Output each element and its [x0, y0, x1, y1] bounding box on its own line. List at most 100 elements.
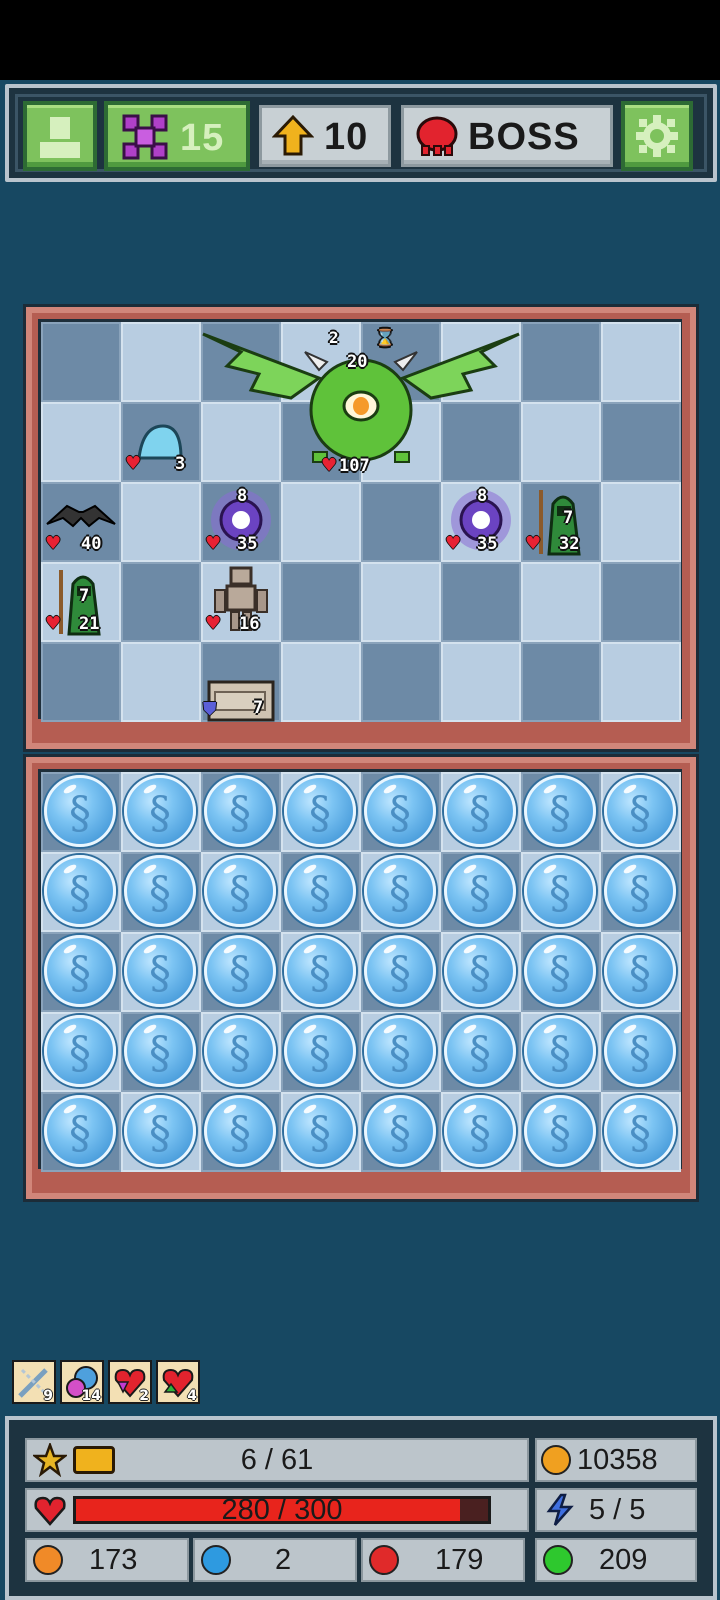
blue-water-orb[interactable] [444, 1015, 516, 1087]
blue-water-orb[interactable] [284, 1015, 356, 1087]
orb-cell[interactable] [41, 1012, 121, 1092]
blue-water-orb[interactable] [284, 935, 356, 1007]
blue-water-orb[interactable] [444, 775, 516, 847]
blue-water-orb[interactable] [44, 775, 116, 847]
blue-water-orb[interactable] [44, 1015, 116, 1087]
blue-water-orb[interactable] [204, 1095, 276, 1167]
board-cell[interactable] [601, 642, 681, 722]
orb-cell[interactable] [601, 852, 681, 932]
blue-water-orb[interactable] [124, 1095, 196, 1167]
orb-cell[interactable] [121, 852, 201, 932]
blue-water-orb[interactable] [204, 855, 276, 927]
sword-buff[interactable]: 9 [12, 1360, 56, 1404]
board-cell[interactable] [121, 322, 201, 402]
blue-water-orb[interactable] [204, 1015, 276, 1087]
orb-cell[interactable] [41, 932, 121, 1012]
settings-button[interactable] [621, 101, 693, 171]
blue-water-orb[interactable] [204, 935, 276, 1007]
blue-water-orb[interactable] [364, 1015, 436, 1087]
stone-chest-enemy[interactable]: ⛊ 7 [201, 642, 281, 722]
blue-water-orb[interactable] [444, 1095, 516, 1167]
blue-water-orb[interactable] [124, 935, 196, 1007]
board-cell[interactable] [601, 562, 681, 642]
profile-button[interactable] [23, 101, 97, 171]
orb-cell[interactable] [601, 772, 681, 852]
orb-cell[interactable] [521, 852, 601, 932]
heart-down-buff[interactable]: 2 [108, 1360, 152, 1404]
orb-cell[interactable] [361, 772, 441, 852]
blue-water-orb[interactable] [364, 1095, 436, 1167]
blue-water-orb[interactable] [284, 855, 356, 927]
orb-cell[interactable] [441, 932, 521, 1012]
blue-water-orb[interactable] [204, 775, 276, 847]
orb-cell[interactable] [361, 1012, 441, 1092]
orb-cell[interactable] [441, 852, 521, 932]
orb-cell[interactable] [361, 932, 441, 1012]
board-cell[interactable] [601, 402, 681, 482]
orb-cell[interactable] [201, 1092, 281, 1172]
slime-enemy[interactable]: ♥ 3 [121, 402, 201, 482]
board-cell[interactable] [281, 482, 361, 562]
board-cell[interactable] [601, 322, 681, 402]
orb-cell[interactable] [441, 1012, 521, 1092]
blue-water-orb[interactable] [604, 1095, 676, 1167]
blue-water-orb[interactable] [44, 935, 116, 1007]
blue-water-orb[interactable] [124, 775, 196, 847]
orb-cell[interactable] [121, 772, 201, 852]
board-cell[interactable] [41, 322, 121, 402]
orb-cell[interactable] [601, 1012, 681, 1092]
blue-water-orb[interactable] [604, 775, 676, 847]
blue-water-orb[interactable] [284, 775, 356, 847]
orb-cell[interactable] [281, 1012, 361, 1092]
skull-orb-enemy[interactable]: 8 ♥ 35 [441, 482, 521, 562]
blue-water-orb[interactable] [524, 855, 596, 927]
board-cell[interactable] [441, 562, 521, 642]
blue-water-orb[interactable] [124, 1015, 196, 1087]
orb-cell[interactable] [201, 1012, 281, 1092]
orb-cell[interactable] [121, 1012, 201, 1092]
orb-cell[interactable] [441, 772, 521, 852]
board-cell[interactable] [601, 482, 681, 562]
orb-cell[interactable] [281, 852, 361, 932]
blue-water-orb[interactable] [364, 935, 436, 1007]
orb-cell[interactable] [521, 772, 601, 852]
blue-water-orb[interactable] [524, 775, 596, 847]
orb-cell[interactable] [361, 852, 441, 932]
orb-cell[interactable] [201, 852, 281, 932]
board-cell[interactable] [521, 642, 601, 722]
blue-water-orb[interactable] [444, 855, 516, 927]
blue-water-orb[interactable] [604, 1015, 676, 1087]
stone-golem-enemy[interactable]: ♥ 16 [201, 562, 281, 642]
orb-cell[interactable] [201, 772, 281, 852]
orb-cell[interactable] [441, 1092, 521, 1172]
orb-cell[interactable] [41, 852, 121, 932]
blue-water-orb[interactable] [524, 1015, 596, 1087]
board-cell[interactable] [521, 562, 601, 642]
blue-water-orb[interactable] [524, 935, 596, 1007]
blue-water-orb[interactable] [524, 1095, 596, 1167]
green-mage-enemy[interactable]: 7 ♥ 21 [41, 562, 121, 642]
board-cell[interactable] [121, 642, 201, 722]
board-cell[interactable] [41, 642, 121, 722]
board-cell[interactable] [521, 322, 601, 402]
gems-button[interactable]: 15 [104, 101, 250, 171]
blue-water-orb[interactable] [284, 1095, 356, 1167]
board-cell[interactable] [121, 482, 201, 562]
bat-enemy[interactable]: ♥ 40 [41, 482, 121, 562]
skull-orb-enemy[interactable]: 8 ♥ 35 [201, 482, 281, 562]
orb-cell[interactable] [201, 932, 281, 1012]
board-cell[interactable] [361, 562, 441, 642]
orb-cell[interactable] [281, 932, 361, 1012]
board-cell[interactable] [441, 642, 521, 722]
board-cell[interactable] [361, 642, 441, 722]
orb-cell[interactable] [521, 1012, 601, 1092]
board-cell[interactable] [521, 402, 601, 482]
orb-cell[interactable] [121, 1092, 201, 1172]
blue-water-orb[interactable] [444, 935, 516, 1007]
board-cell[interactable] [281, 562, 361, 642]
board-cell[interactable] [361, 482, 441, 562]
blue-water-orb[interactable] [364, 775, 436, 847]
board-cell[interactable] [281, 642, 361, 722]
green-mage-enemy[interactable]: 7 ♥ 32 [521, 482, 601, 562]
orb-cell[interactable] [121, 932, 201, 1012]
